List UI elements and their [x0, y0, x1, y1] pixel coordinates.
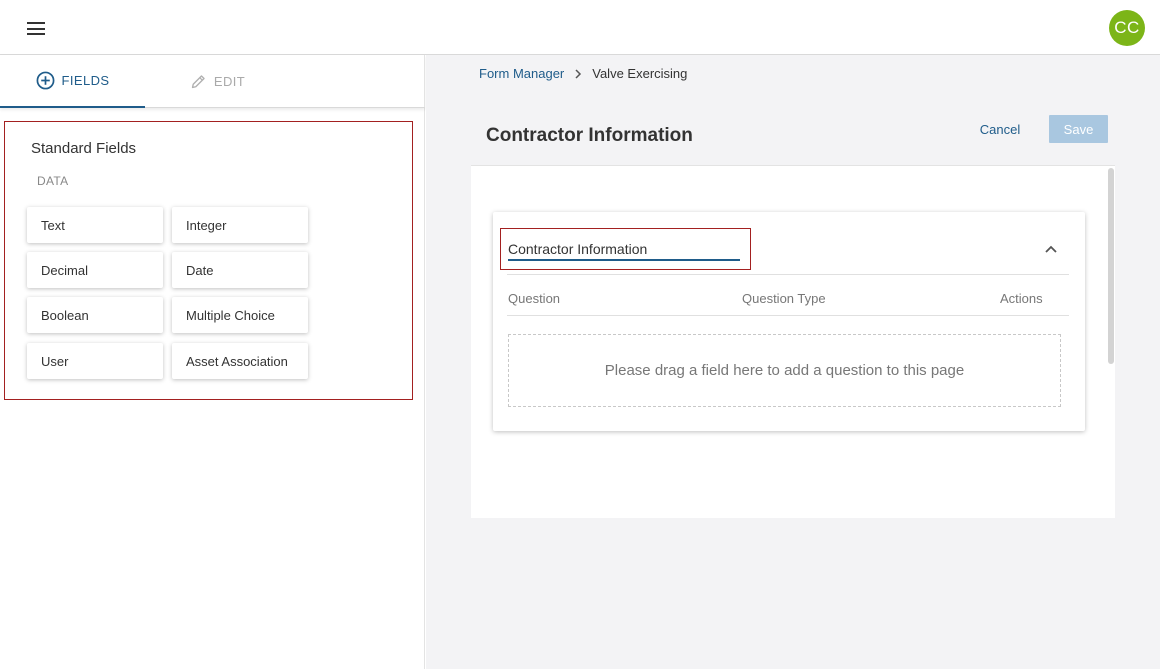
column-header-question-type: Question Type [742, 291, 826, 306]
chevron-up-icon[interactable] [1044, 244, 1058, 254]
divider [507, 315, 1069, 316]
left-panel: FIELDS EDIT Standard Fields DATA Text In… [0, 55, 425, 669]
field-integer-button[interactable]: Integer [172, 207, 308, 243]
tab-edit[interactable]: EDIT [145, 55, 290, 108]
breadcrumb-form-manager-link[interactable]: Form Manager [479, 66, 564, 81]
standard-fields-section: Standard Fields DATA Text Integer Decima… [4, 121, 413, 400]
dropzone-text: Please drag a field here to add a questi… [604, 362, 965, 379]
field-boolean-button[interactable]: Boolean [27, 297, 163, 333]
save-button[interactable]: Save [1049, 115, 1108, 143]
field-asset-association-button[interactable]: Asset Association [172, 343, 308, 379]
section-subtitle: DATA [37, 174, 69, 188]
column-header-question: Question [508, 291, 561, 306]
breadcrumb: Form Manager Valve Exercising [479, 66, 687, 81]
field-user-button[interactable]: User [27, 343, 163, 379]
scrollbar-thumb[interactable] [1108, 168, 1114, 364]
tab-edit-label: EDIT [213, 74, 246, 89]
column-header-actions: Actions [1000, 291, 1043, 306]
main-area: Form Manager Valve Exercising Contractor… [426, 55, 1160, 669]
menu-icon[interactable] [27, 22, 45, 35]
cancel-button[interactable]: Cancel [966, 115, 1034, 143]
field-multiple-choice-button[interactable]: Multiple Choice [172, 297, 308, 333]
page-name-highlight [500, 228, 751, 270]
field-decimal-button[interactable]: Decimal [27, 252, 163, 288]
form-content-panel: Question Question Type Actions Please dr… [471, 165, 1115, 518]
field-text-button[interactable]: Text [27, 207, 163, 243]
breadcrumb-current: Valve Exercising [592, 66, 688, 81]
page-title: Contractor Information [486, 125, 693, 146]
pencil-icon [191, 75, 205, 89]
section-title: Standard Fields [31, 140, 137, 157]
field-date-button[interactable]: Date [172, 252, 308, 288]
panel-tabs: FIELDS EDIT [0, 55, 425, 108]
plus-circle-icon [36, 71, 54, 90]
chevron-right-icon [575, 68, 582, 79]
avatar[interactable]: CC [1109, 10, 1145, 46]
divider [507, 274, 1069, 275]
form-page-card: Question Question Type Actions Please dr… [493, 212, 1085, 431]
tab-fields[interactable]: FIELDS [0, 55, 145, 108]
page-name-input[interactable] [508, 239, 740, 261]
question-dropzone[interactable]: Please drag a field here to add a questi… [508, 334, 1061, 407]
tab-fields-label: FIELDS [61, 73, 110, 88]
top-bar: CC [0, 0, 1160, 55]
